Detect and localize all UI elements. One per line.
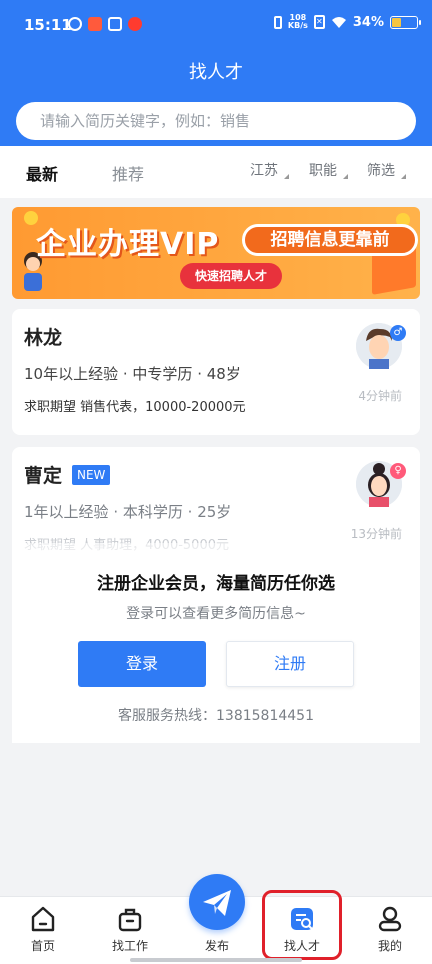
avatar: ♀ <box>356 461 406 507</box>
register-button[interactable]: 注册 <box>226 641 354 687</box>
filter-region[interactable]: 江苏 <box>250 160 289 180</box>
app-notification-icon <box>108 17 122 31</box>
paper-plane-icon <box>203 890 231 916</box>
nav-home[interactable]: 首页 <box>3 897 83 961</box>
tab-recommended[interactable]: 推荐 <box>112 161 144 185</box>
posted-time: 4分钟前 <box>358 389 402 403</box>
vip-banner[interactable]: 企业办理VIP 招聘信息更靠前 快速招聘人才 <box>12 207 420 299</box>
banner-title: 企业办理VIP <box>36 227 220 262</box>
publish-button[interactable] <box>189 874 245 930</box>
banner-cta-button[interactable]: 快速招聘人才 <box>180 263 282 289</box>
vibrate-icon <box>273 15 282 29</box>
nav-mine-label: 我的 <box>377 939 402 953</box>
app-notification-icon <box>68 17 82 31</box>
separator-dot: · <box>113 503 123 521</box>
register-prompt-title: 注册企业会员，海量简历任你选 <box>97 574 335 594</box>
home-icon <box>31 906 55 932</box>
home-indicator <box>130 958 302 962</box>
status-bar: 15:11 108 KB/s ✕ 34% <box>0 0 432 52</box>
filter-more[interactable]: 筛选 <box>367 160 406 180</box>
wifi-icon <box>331 16 346 28</box>
filter-function[interactable]: 职能 <box>309 160 348 180</box>
page-title: 找人才 <box>189 62 243 83</box>
user-icon <box>378 906 402 932</box>
register-prompt-subtitle: 登录可以查看更多简历信息~ <box>126 606 306 622</box>
dropdown-triangle-icon <box>343 174 348 179</box>
highlight-box <box>262 890 342 960</box>
candidate-meta: 1年以上经验 · 本科学历 · 25岁 <box>24 501 231 522</box>
register-prompt: 注册企业会员，海量简历任你选 登录可以查看更多简历信息~ 登录 注册 客服服务热… <box>12 543 420 743</box>
candidate-experience: 10年以上经验 <box>24 365 119 383</box>
new-badge: NEW <box>72 465 111 485</box>
login-button[interactable]: 登录 <box>78 641 206 687</box>
candidate-age: 48岁 <box>206 365 241 383</box>
weibo-icon <box>128 17 142 31</box>
nav-publish-label: 发布 <box>204 939 229 953</box>
separator-dot: · <box>122 365 133 383</box>
briefcase-icon <box>118 908 142 932</box>
candidate-experience: 1年以上经验 <box>24 503 109 521</box>
filter-more-label: 筛选 <box>367 163 395 179</box>
male-icon: ♂ <box>390 325 406 341</box>
filter-function-label: 职能 <box>309 163 337 179</box>
nav-find-job-label: 找工作 <box>111 939 148 953</box>
candidate-meta: 10年以上经验 · 中专学历 · 48岁 <box>24 363 241 384</box>
net-speed-unit: KB/s <box>287 21 308 30</box>
status-time: 15:11 <box>24 16 72 34</box>
female-icon: ♀ <box>390 463 406 479</box>
resume-card[interactable]: 林龙 10年以上经验 · 中专学历 · 48岁 求职期望 销售代表，10000-… <box>12 309 420 435</box>
banner-tagline: 招聘信息更靠前 <box>242 224 418 256</box>
nav-home-label: 首页 <box>30 939 55 953</box>
candidate-name: 林龙 <box>24 327 63 349</box>
tab-bar: 最新 推荐 江苏 职能 筛选 <box>0 146 432 198</box>
status-right: 108 KB/s ✕ 34% <box>273 14 421 30</box>
separator-dot: · <box>187 503 198 521</box>
dropdown-triangle-icon <box>401 174 406 179</box>
filter-region-label: 江苏 <box>250 163 278 179</box>
tab-latest[interactable]: 最新 <box>26 161 58 185</box>
nav-mine[interactable]: 我的 <box>350 897 430 961</box>
sim-icon: ✕ <box>313 15 325 29</box>
candidate-age: 25岁 <box>197 503 232 521</box>
candidate-education: 中专学历 <box>132 365 193 383</box>
candidate-name: 曹定 <box>24 465 63 487</box>
separator-dot: · <box>197 365 207 383</box>
battery-icon <box>390 15 421 29</box>
avatar: ♂ <box>356 323 406 369</box>
resume-card[interactable]: 曹定 NEW 1年以上经验 · 本科学历 · 25岁 求职期望 人事助理，400… <box>12 447 420 743</box>
service-hotline: 客服服务热线：13815814451 <box>118 708 314 724</box>
candidate-education: 本科学历 <box>122 503 183 521</box>
posted-time: 13分钟前 <box>350 527 402 541</box>
search-input[interactable]: 请输入简历关键字，例如：销售 <box>16 102 416 140</box>
nav-find-job[interactable]: 找工作 <box>90 897 170 961</box>
candidate-expectation: 求职期望 销售代表，10000-20000元 <box>24 400 246 415</box>
app-notification-icon <box>88 17 102 31</box>
net-speed: 108 KB/s <box>288 14 308 30</box>
battery-percent: 34% <box>352 14 384 30</box>
app-header: 15:11 108 KB/s ✕ 34% 找人才 请输入简历关键字，例如：销售 <box>0 0 432 146</box>
dropdown-triangle-icon <box>284 174 289 179</box>
